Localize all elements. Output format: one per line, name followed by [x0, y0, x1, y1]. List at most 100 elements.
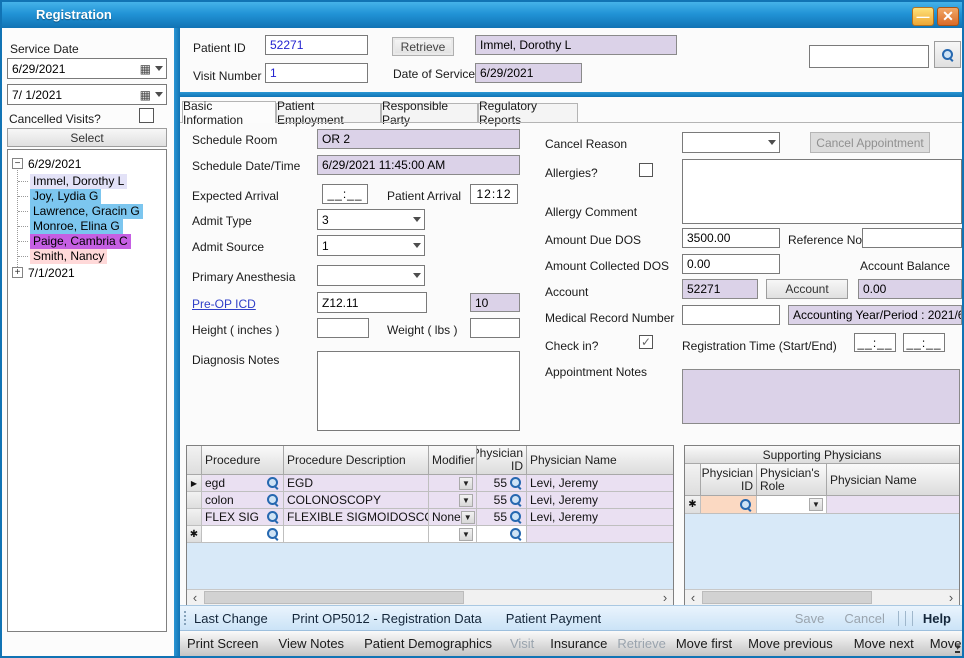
- scroll-thumb[interactable]: [204, 591, 464, 604]
- procedures-hscrollbar[interactable]: ‹ ›: [187, 589, 673, 605]
- insurance-button[interactable]: Insurance: [549, 636, 608, 651]
- chevron-down-icon[interactable]: [413, 243, 421, 248]
- procedure-cell-new[interactable]: [202, 526, 284, 543]
- lookup-icon[interactable]: [509, 476, 523, 490]
- lookup-icon[interactable]: [266, 493, 280, 507]
- physician-name-cell[interactable]: Levi, Jeremy: [527, 509, 673, 526]
- cancel-reason-select[interactable]: [682, 132, 780, 153]
- physician-name-cell[interactable]: Levi, Jeremy: [527, 475, 673, 492]
- minimize-button[interactable]: —: [912, 7, 934, 26]
- physician-role-cell-new[interactable]: ▼: [757, 496, 827, 514]
- procedure-cell[interactable]: FLEX SIG: [202, 509, 284, 526]
- chevron-down-icon[interactable]: [413, 273, 421, 278]
- last-change-button[interactable]: Last Change: [193, 611, 269, 626]
- dropdown-icon[interactable]: ▼: [459, 477, 473, 490]
- visit-button[interactable]: Visit: [509, 636, 535, 651]
- physician-id-cell[interactable]: 55: [477, 475, 527, 492]
- patient-arrival-input[interactable]: 12:12: [470, 184, 518, 204]
- modifier-cell[interactable]: ▼: [429, 492, 477, 509]
- description-cell[interactable]: FLEXIBLE SIGMOIDOSCOPY: [284, 509, 429, 526]
- select-button[interactable]: Select: [7, 128, 167, 147]
- modifier-cell[interactable]: None▼: [429, 509, 477, 526]
- tree-node-patient[interactable]: Paige, Cambria C: [30, 234, 131, 249]
- physician-id-cell[interactable]: 55: [477, 492, 527, 509]
- save-button[interactable]: Save: [794, 611, 826, 626]
- supporting-hscrollbar[interactable]: ‹ ›: [685, 589, 959, 605]
- chevron-down-icon[interactable]: [155, 66, 163, 71]
- toolbar-overflow-icon[interactable]: ▾: [955, 644, 960, 653]
- physician-name-cell-new[interactable]: [827, 496, 959, 514]
- move-next-button[interactable]: Move next: [853, 636, 915, 651]
- scroll-left-icon[interactable]: ‹: [685, 590, 701, 605]
- close-button[interactable]: ✕: [937, 7, 959, 26]
- expand-icon[interactable]: +: [12, 267, 23, 278]
- primary-anesthesia-select[interactable]: [317, 265, 425, 286]
- admit-source-select[interactable]: 1: [317, 235, 425, 256]
- service-date-from-picker[interactable]: 6/29/2021 ▦: [7, 58, 167, 79]
- scroll-right-icon[interactable]: ›: [657, 590, 673, 605]
- admit-type-select[interactable]: 3: [317, 209, 425, 230]
- visit-number-input[interactable]: 1: [265, 63, 368, 83]
- tree-node-patient[interactable]: Smith, Nancy: [30, 249, 107, 264]
- current-row-indicator[interactable]: ▶: [187, 475, 202, 492]
- weight-input[interactable]: [470, 318, 520, 338]
- toolbar-grip[interactable]: [183, 610, 187, 626]
- amount-collected-dos-input[interactable]: 0.00: [682, 254, 780, 274]
- diagnosis-notes-textarea[interactable]: [317, 351, 520, 431]
- search-input[interactable]: [809, 45, 929, 68]
- tree-node-patient[interactable]: Lawrence, Gracin G: [30, 204, 143, 219]
- physician-id-cell[interactable]: 55: [477, 509, 527, 526]
- new-row-indicator[interactable]: ✱: [187, 526, 202, 543]
- move-previous-button[interactable]: Move previous: [747, 636, 834, 651]
- dropdown-icon[interactable]: ▼: [459, 494, 473, 507]
- row-selector[interactable]: [187, 509, 202, 526]
- lookup-icon[interactable]: [266, 476, 280, 490]
- dropdown-icon[interactable]: ▼: [809, 498, 823, 511]
- procedure-cell[interactable]: colon: [202, 492, 284, 509]
- reference-no-input[interactable]: [862, 228, 962, 248]
- physician-id-cell-new[interactable]: [701, 496, 757, 514]
- lookup-icon[interactable]: [509, 510, 523, 524]
- patient-id-input[interactable]: 52271: [265, 35, 368, 55]
- description-cell[interactable]: EGD: [284, 475, 429, 492]
- tab-regulatory-reports[interactable]: Regulatory Reports: [478, 103, 578, 122]
- medical-record-number-input[interactable]: [682, 305, 780, 325]
- new-row-indicator[interactable]: ✱: [685, 496, 701, 514]
- row-selector[interactable]: [187, 492, 202, 509]
- tab-responsible-party[interactable]: Responsible Party: [381, 103, 478, 122]
- help-button[interactable]: Help: [922, 611, 952, 626]
- account-button[interactable]: Account: [766, 279, 848, 299]
- check-in-checkbox[interactable]: ✓: [639, 335, 653, 349]
- scroll-left-icon[interactable]: ‹: [187, 590, 203, 605]
- physician-name-cell[interactable]: Levi, Jeremy: [527, 492, 673, 509]
- chevron-down-icon[interactable]: [155, 92, 163, 97]
- modifier-cell-new[interactable]: ▼: [429, 526, 477, 543]
- move-first-button[interactable]: Move first: [675, 636, 733, 651]
- chevron-down-icon[interactable]: [413, 217, 421, 222]
- registration-time-end-input[interactable]: __:__: [903, 333, 945, 352]
- amount-due-dos-input[interactable]: 3500.00: [682, 228, 780, 248]
- print-op5012-button[interactable]: Print OP5012 - Registration Data: [291, 611, 483, 626]
- scroll-thumb[interactable]: [702, 591, 872, 604]
- cancelled-visits-checkbox[interactable]: [139, 108, 154, 123]
- registration-time-start-input[interactable]: __:__: [854, 333, 896, 352]
- allergies-checkbox[interactable]: [639, 163, 653, 177]
- lookup-icon[interactable]: [266, 527, 280, 541]
- view-notes-button[interactable]: View Notes: [278, 636, 346, 651]
- tree-node-date-1[interactable]: − 6/29/2021: [12, 156, 81, 171]
- cancel-button[interactable]: Cancel: [843, 611, 885, 626]
- patient-payment-button[interactable]: Patient Payment: [505, 611, 602, 626]
- height-input[interactable]: [317, 318, 369, 338]
- retrieve-button[interactable]: Retrieve: [392, 37, 454, 56]
- procedure-cell[interactable]: egd: [202, 475, 284, 492]
- dropdown-icon[interactable]: ▼: [461, 511, 475, 524]
- tab-patient-employment[interactable]: Patient Employment: [276, 103, 381, 122]
- search-button[interactable]: [934, 41, 961, 68]
- modifier-cell[interactable]: ▼: [429, 475, 477, 492]
- physician-id-cell-new[interactable]: [477, 526, 527, 543]
- service-date-to-picker[interactable]: 7/ 1/2021 ▦: [7, 84, 167, 105]
- pre-op-icd-input[interactable]: Z12.11: [317, 292, 427, 313]
- dropdown-icon[interactable]: ▼: [459, 528, 473, 541]
- retrieve-toolbar-button[interactable]: Retrieve: [616, 636, 666, 651]
- lookup-icon[interactable]: [266, 510, 280, 524]
